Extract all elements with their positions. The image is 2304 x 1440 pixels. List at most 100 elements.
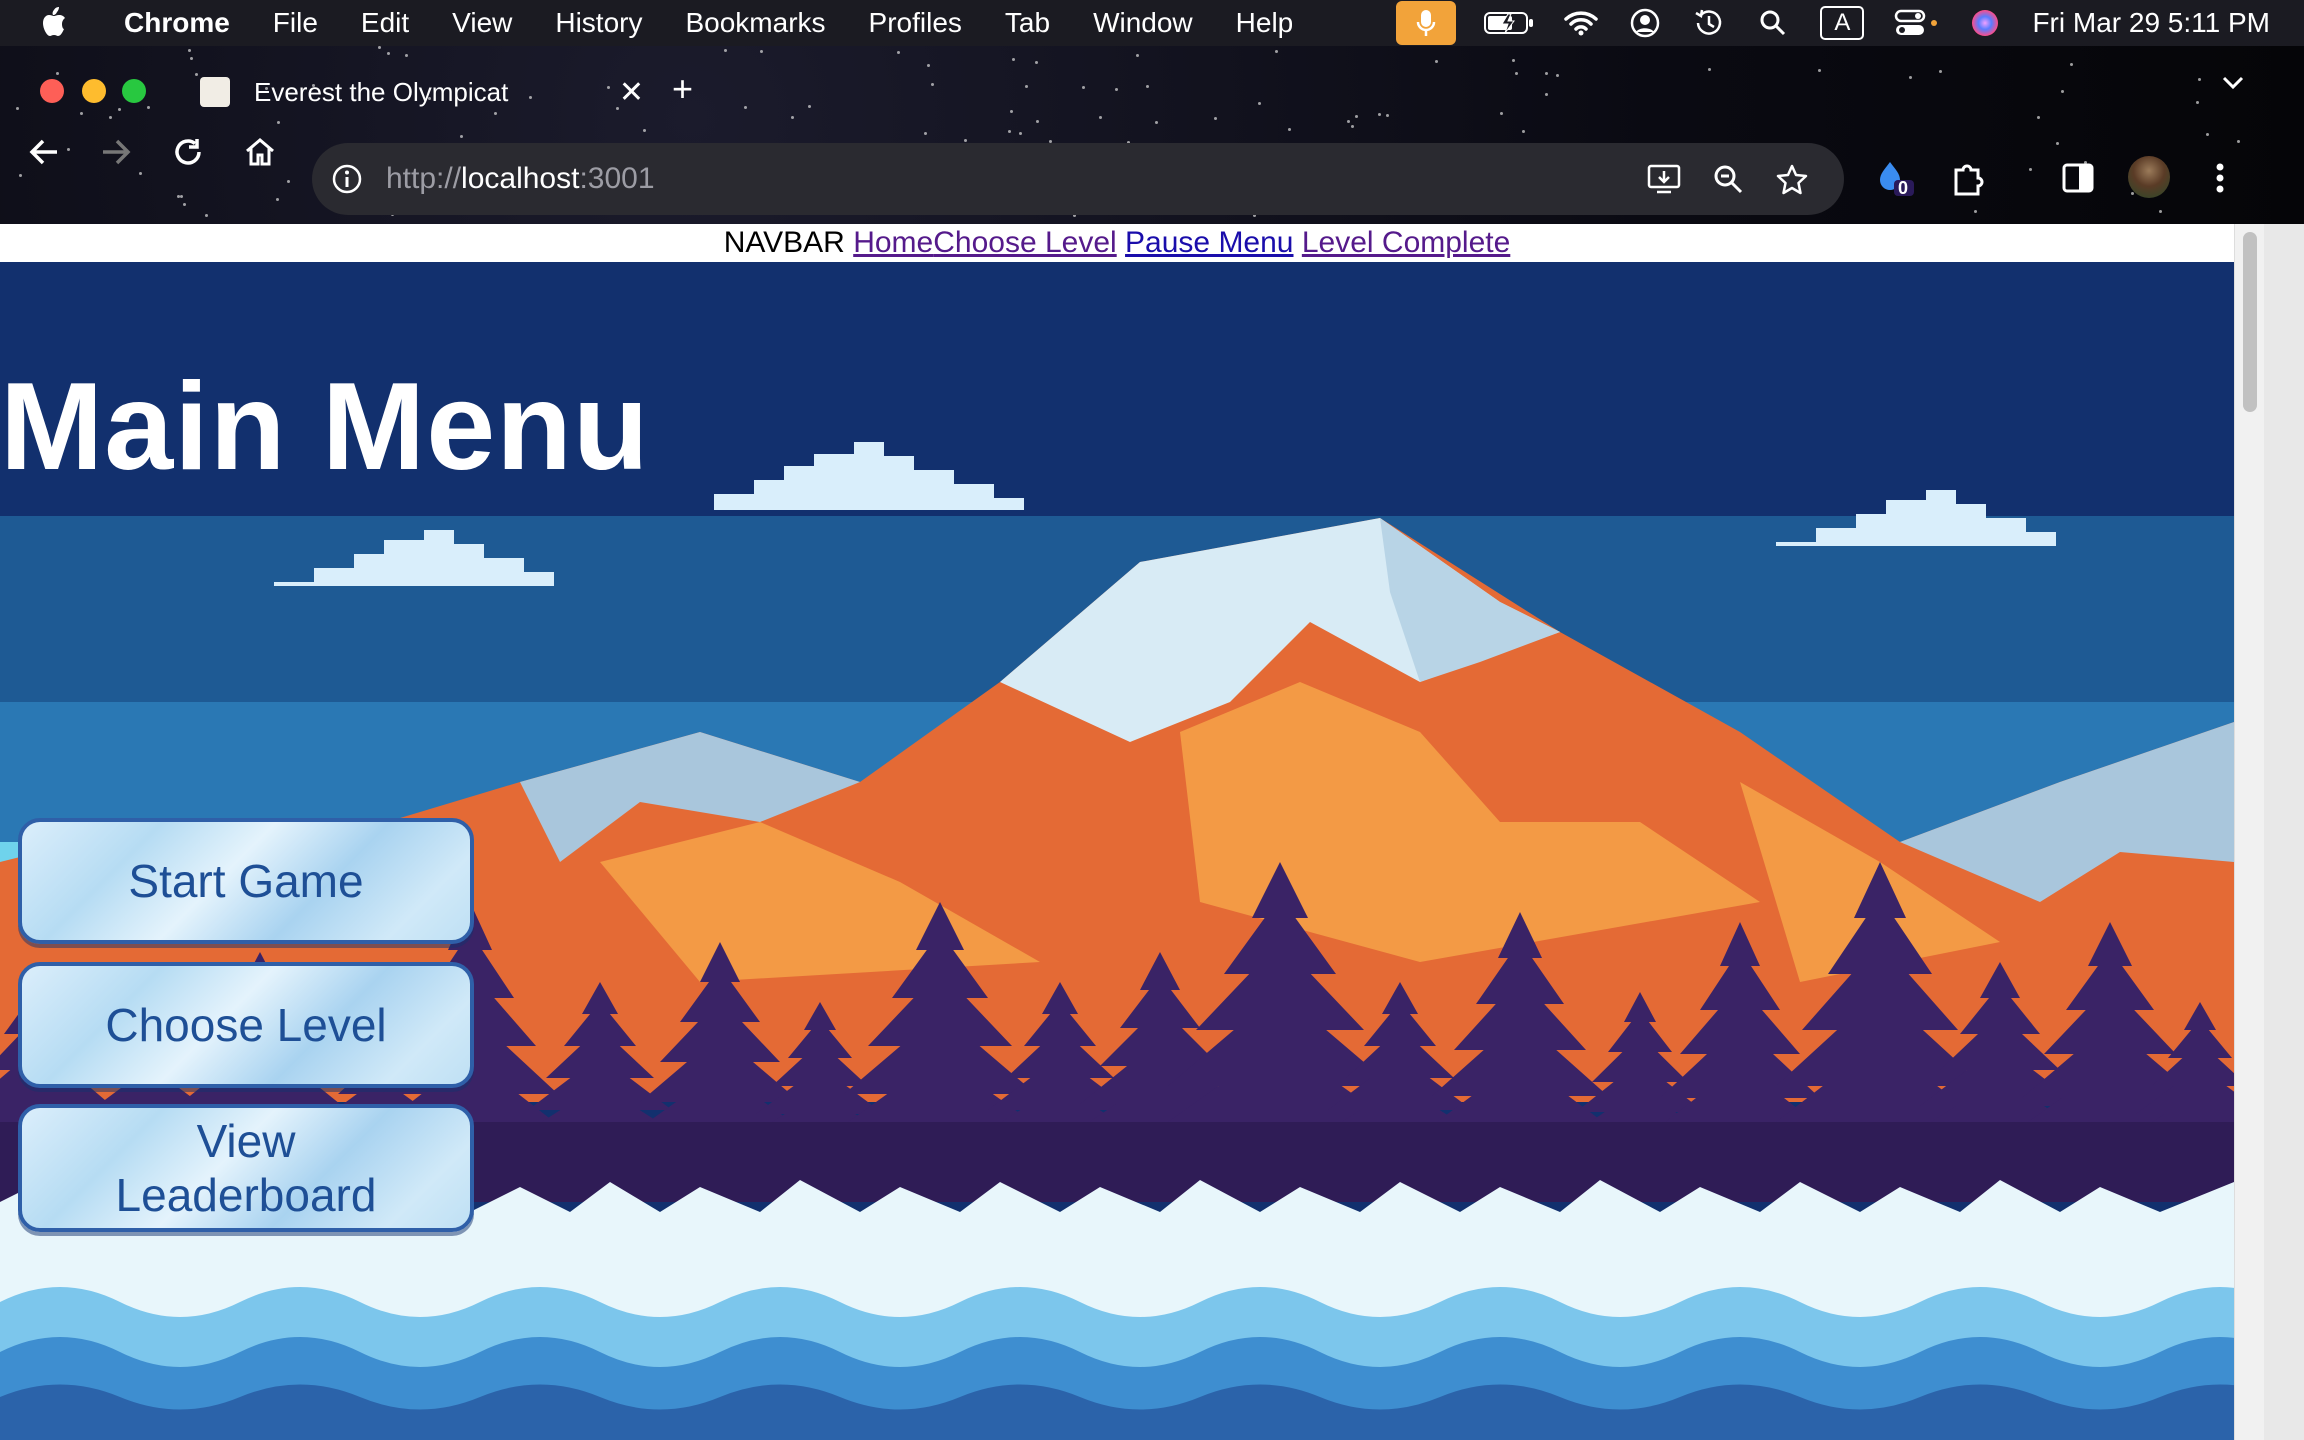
theme-star — [1708, 68, 1711, 71]
menu-file[interactable]: File — [273, 7, 318, 39]
menu-clock[interactable]: Fri Mar 29 5:11 PM — [2032, 7, 2270, 39]
menu-history[interactable]: History — [555, 7, 642, 39]
theme-star — [287, 180, 290, 183]
theme-star — [760, 50, 763, 53]
menu-edit[interactable]: Edit — [361, 7, 409, 39]
page-viewport: NAVBAR HomeChoose Level Pause Menu Level… — [0, 224, 2234, 1440]
spotlight-icon[interactable] — [1756, 6, 1790, 40]
reload-button[interactable] — [166, 130, 210, 174]
address-bar[interactable]: http://localhost:3001 — [312, 143, 1844, 215]
theme-star — [1025, 85, 1028, 88]
page-scrollbar[interactable] — [2234, 224, 2265, 1440]
battery-icon[interactable] — [1484, 6, 1534, 40]
theme-star — [1512, 59, 1515, 62]
menu-window[interactable]: Window — [1093, 7, 1193, 39]
side-panel-icon[interactable] — [2058, 158, 2098, 198]
theme-star — [1909, 76, 1912, 79]
close-window-button[interactable] — [40, 79, 64, 103]
theme-star — [139, 172, 142, 175]
tab-search-chevron-icon[interactable] — [2222, 76, 2244, 95]
menu-app-name[interactable]: Chrome — [124, 7, 230, 39]
theme-star — [1515, 72, 1518, 75]
extensions-puzzle-icon[interactable] — [1948, 158, 1988, 198]
input-source-icon[interactable]: A — [1820, 6, 1865, 40]
theme-star — [67, 148, 70, 151]
view-leaderboard-button[interactable]: View Leaderboard — [18, 1104, 474, 1232]
theme-star — [643, 129, 646, 132]
browser-frame: Everest the Olympicat ✕ + http://localho… — [0, 46, 2304, 224]
nav-link-pause-menu[interactable]: Pause Menu — [1125, 226, 1293, 259]
wifi-icon[interactable] — [1564, 6, 1599, 40]
forward-button[interactable] — [94, 130, 138, 174]
site-info-icon[interactable] — [330, 162, 364, 196]
theme-star — [277, 121, 280, 124]
siri-icon[interactable] — [1968, 6, 2002, 40]
theme-star — [1347, 120, 1350, 123]
nav-link-level-complete[interactable]: Level Complete — [1302, 226, 1510, 259]
theme-star — [190, 57, 193, 60]
theme-star — [1545, 93, 1548, 96]
choose-level-button[interactable]: Choose Level — [18, 962, 474, 1088]
macos-menu-bar: Chrome File Edit View History Bookmarks … — [0, 0, 2304, 46]
theme-star — [387, 52, 390, 55]
tab-close-icon[interactable]: ✕ — [619, 75, 644, 110]
theme-star — [1146, 85, 1149, 88]
new-tab-button[interactable]: + — [672, 68, 693, 110]
nav-link-choose-level[interactable]: Choose Level — [933, 226, 1116, 259]
time-machine-icon[interactable] — [1692, 6, 1726, 40]
menu-profiles[interactable]: Profiles — [869, 7, 962, 39]
theme-star — [724, 49, 727, 52]
theme-star — [2061, 90, 2064, 93]
more-menu-icon[interactable] — [2200, 158, 2240, 198]
bookmark-star-icon[interactable] — [1774, 161, 1810, 197]
theme-star — [964, 139, 967, 142]
navbar: NAVBAR HomeChoose Level Pause Menu Level… — [0, 224, 2234, 262]
extension-drop-icon[interactable] — [1876, 158, 1916, 198]
theme-star — [1214, 117, 1217, 120]
microphone-icon[interactable] — [1396, 1, 1457, 45]
theme-star — [2237, 140, 2240, 143]
home-button[interactable] — [238, 130, 282, 174]
menu-tab[interactable]: Tab — [1005, 7, 1050, 39]
theme-star — [1545, 72, 1548, 75]
start-game-button[interactable]: Start Game — [18, 818, 474, 944]
theme-star — [2206, 133, 2209, 136]
theme-star — [147, 106, 150, 109]
page-title: Main Menu — [0, 358, 650, 496]
theme-star — [1500, 112, 1503, 115]
install-app-icon[interactable] — [1646, 161, 1682, 197]
zoom-icon[interactable] — [1710, 161, 1746, 197]
control-center-icon[interactable] — [1894, 6, 1938, 40]
theme-star — [2029, 168, 2032, 171]
theme-star — [1974, 210, 1977, 213]
theme-star — [2159, 210, 2162, 213]
menu-help[interactable]: Help — [1236, 7, 1294, 39]
theme-star — [1522, 130, 1525, 133]
profile-avatar[interactable] — [2128, 156, 2170, 198]
url-text[interactable]: http://localhost:3001 — [386, 162, 655, 196]
menu-bookmarks[interactable]: Bookmarks — [685, 7, 825, 39]
theme-star — [1082, 86, 1085, 89]
theme-star — [180, 195, 183, 198]
theme-star — [378, 46, 381, 49]
theme-star — [1136, 54, 1139, 57]
theme-star — [791, 116, 794, 119]
theme-star — [1556, 74, 1559, 77]
apple-logo-icon[interactable] — [38, 6, 84, 40]
extension-badge: 0 — [1898, 178, 1909, 198]
zoom-window-button[interactable] — [122, 79, 146, 103]
minimize-window-button[interactable] — [82, 79, 106, 103]
user-icon[interactable] — [1628, 6, 1662, 40]
menu-view[interactable]: View — [452, 7, 512, 39]
theme-star — [1019, 132, 1022, 135]
scrollbar-thumb[interactable] — [2243, 232, 2257, 412]
theme-star — [897, 51, 900, 54]
nav-link-home[interactable]: Home — [853, 226, 933, 259]
game-background-scene: Main Menu Start Game Choose Level View L… — [0, 262, 2234, 1440]
theme-star — [19, 174, 22, 177]
browser-tab[interactable]: Everest the Olympicat ✕ — [182, 66, 652, 118]
theme-star — [188, 49, 191, 52]
back-button[interactable] — [22, 130, 66, 174]
theme-star — [1010, 110, 1013, 113]
theme-star — [927, 64, 930, 67]
